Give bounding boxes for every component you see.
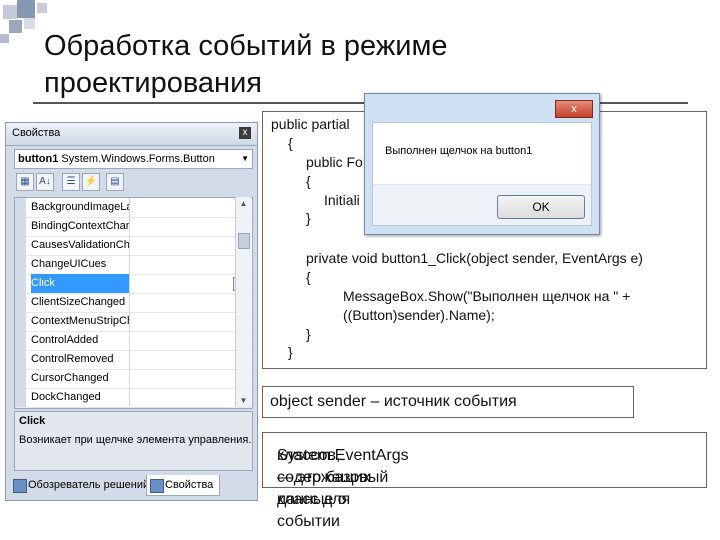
event-row[interactable]: ControlAdded [15,331,252,351]
event-row[interactable]: ChangeUICues [15,255,252,275]
event-row[interactable]: BackgroundImageLay [15,198,252,218]
property-grid: BackgroundImageLay BindingContextChan Ca… [14,197,253,409]
message-body: Выполнен щелчок на button1 OK [372,122,592,226]
chevron-down-icon[interactable]: ▼ [241,150,249,168]
scroll-thumb[interactable] [238,233,250,249]
message-box: x Выполнен щелчок на button1 OK [364,93,600,235]
object-type: System.Windows.Forms.Button [61,153,215,165]
event-name: CursorChanged [31,369,130,388]
code-line: { [306,173,311,189]
code-line: } [288,344,293,360]
properties-icon[interactable]: ☰ [62,173,80,191]
code-line: MessageBox.Show("Выполнен щелчок на " + [343,288,631,304]
event-name: BackgroundImageLay [31,198,130,217]
properties-toolbar: ▦ A↓ ☰ ⚡ ▤ [14,171,251,193]
decor-square [9,20,22,33]
tab-solution-explorer[interactable]: Обозреватель решений [10,475,149,495]
categorized-icon[interactable]: ▦ [16,173,34,191]
event-name: ControlAdded [31,331,130,350]
decor-square [3,5,17,19]
decor-square [17,0,35,18]
event-name: ControlRemoved [31,350,130,369]
code-line: public Fo [306,154,363,170]
description-panel: Click Возникает при щелчке элемента упра… [14,411,253,471]
code-line: Initiali [324,192,360,208]
decor-square [24,18,35,29]
event-name: CausesValidationCha [31,236,130,255]
code-line: private void button1_Click(object sender… [306,250,643,266]
event-name: BindingContextChan [31,217,130,236]
ok-button[interactable]: OK [497,195,585,219]
note-sender-text: object sender – источник события [270,393,517,410]
note-eventargs: System.EventArgs — это базовый класс для… [262,432,707,530]
message-footer: OK [373,184,591,225]
decor-square [37,3,47,13]
scroll-down-icon[interactable]: ▼ [238,396,249,405]
alphabetical-icon[interactable]: A↓ [36,173,54,191]
slide-title-line1: Обработка событий в режиме [44,30,448,62]
event-row[interactable]: CursorChanged [15,369,252,389]
event-row[interactable]: ControlRemoved [15,350,252,370]
event-row-click[interactable]: Click▼ [15,274,252,294]
event-name: ChangeUICues [31,255,130,274]
note-eventargs-line2: классов, содержащих данные о событии [277,447,371,530]
object-selector[interactable]: button1 System.Windows.Forms.Button ▼ [14,149,253,169]
close-icon[interactable]: x [239,127,251,139]
code-line: } [306,326,311,342]
slide-title: Обработка событий в режиме проектировани… [44,28,644,102]
event-name: ClientSizeChanged [31,293,130,312]
tool-window-tabs: Обозреватель решений Свойства [8,472,255,498]
code-line: public partial [271,116,350,132]
event-name: ContextMenuStripCh [31,312,130,331]
code-line: ((Button)sender).Name); [343,307,495,323]
scroll-up-icon[interactable]: ▲ [238,199,249,208]
event-row[interactable]: CausesValidationCha [15,236,252,256]
code-line: { [288,135,293,151]
tab-properties[interactable]: Свойства [146,475,221,496]
properties-window: Свойства x button1 System.Windows.Forms.… [5,122,258,501]
properties-icon [150,479,164,493]
event-row[interactable]: DockChanged [15,388,252,408]
events-icon[interactable]: ⚡ [82,173,100,191]
event-name: DockChanged [31,388,130,407]
message-text: Выполнен щелчок на button1 [385,145,533,157]
description-name: Click [19,415,46,427]
event-row[interactable]: BindingContextChan [15,217,252,237]
event-row[interactable]: ClientSizeChanged [15,293,252,313]
object-name: button1 [18,153,59,165]
property-pages-icon[interactable]: ▤ [106,173,124,191]
properties-header-title: Свойства [12,127,61,139]
event-name: Click [31,274,130,293]
close-button[interactable]: x [555,100,593,118]
event-row[interactable]: ContextMenuStripCh [15,312,252,332]
code-line: { [306,269,311,285]
decor-square [0,34,9,43]
description-text: Возникает при щелчке элемента управления… [19,434,252,446]
solution-explorer-icon [13,479,27,493]
code-line: } [306,210,311,226]
property-grid-scrollbar[interactable]: ▲ ▼ [235,197,251,407]
note-sender: object sender – источник события [262,386,634,418]
properties-header: Свойства x [6,123,257,146]
